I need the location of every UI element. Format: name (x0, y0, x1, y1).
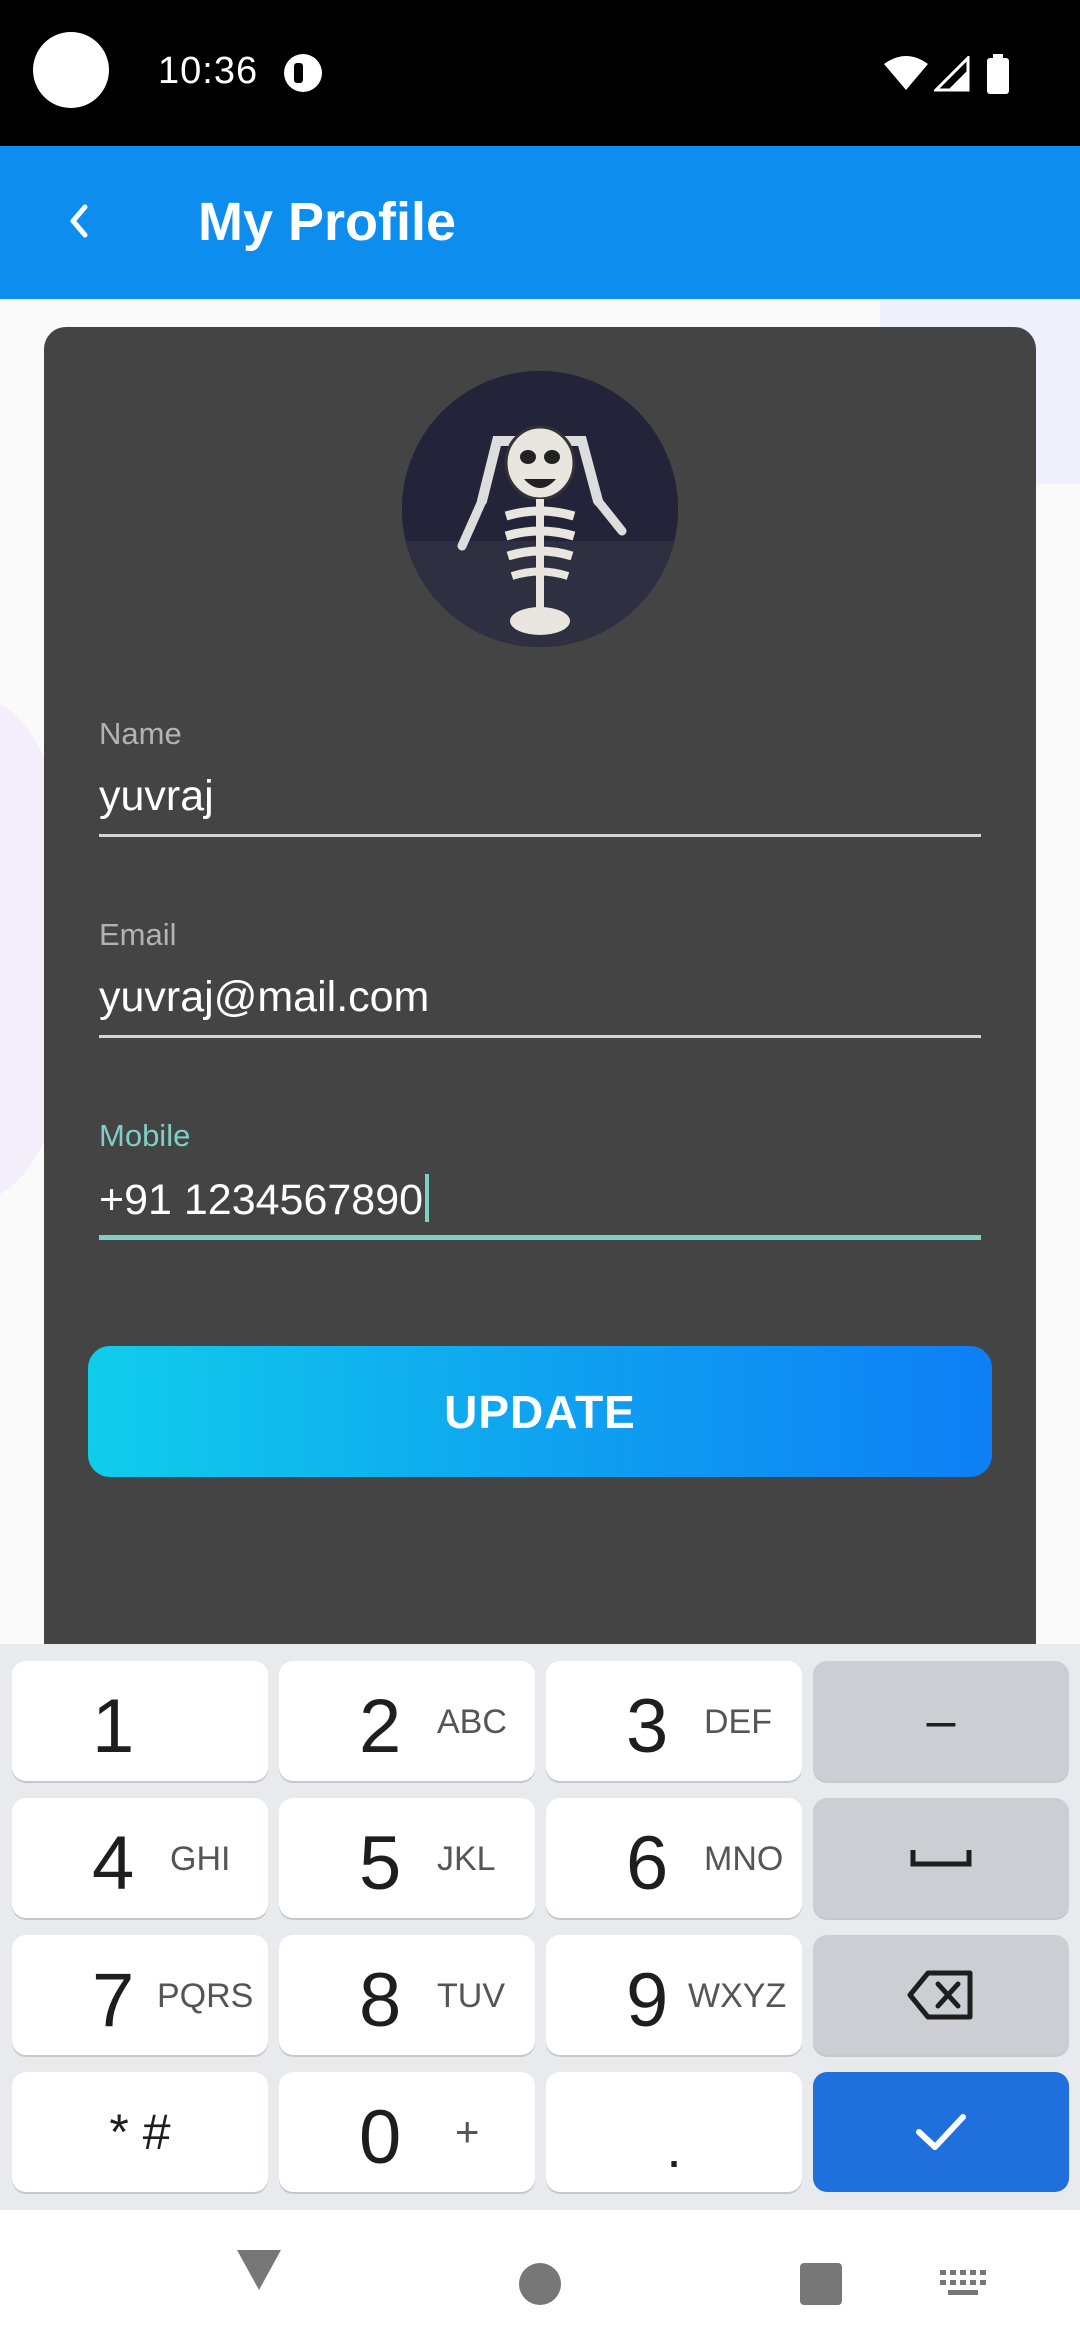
name-underline (99, 834, 981, 837)
key-digit: 0 (359, 2095, 402, 2180)
key-9[interactable]: 9 WXYZ (546, 1935, 802, 2055)
key-digit: 7 (92, 1958, 135, 2043)
email-field[interactable]: Email yuvraj@mail.com (99, 917, 981, 1038)
mobile-label: Mobile (99, 1118, 191, 1153)
mobile-input-text: +91 1234567890 (99, 1176, 424, 1224)
name-field[interactable]: Name yuvraj (99, 716, 981, 837)
name-label: Name (99, 716, 182, 751)
key-6[interactable]: 6 MNO (546, 1798, 802, 1918)
profile-card: Name yuvraj Email yuvraj@mail.com Mobile… (44, 327, 1036, 1667)
key-digit: 6 (626, 1821, 669, 1906)
nav-recents-icon[interactable] (800, 2263, 842, 2305)
key-letters: PQRS (157, 1977, 254, 2015)
key-digit: 9 (626, 1958, 669, 2043)
key-2[interactable]: 2 ABC (279, 1661, 535, 1781)
skeleton-avatar-image (402, 371, 678, 647)
chevron-left-icon (70, 204, 88, 238)
dot-label: . (666, 2115, 682, 2179)
text-cursor (425, 1174, 430, 1222)
key-3[interactable]: 3 DEF (546, 1661, 802, 1781)
key-letters: MNO (704, 1840, 784, 1878)
app-bar: My Profile (0, 146, 1080, 299)
battery-icon (987, 54, 1009, 94)
nav-home-icon[interactable] (519, 2263, 561, 2305)
notification-icon (284, 54, 322, 92)
page-title: My Profile (198, 192, 457, 252)
nav-back-icon[interactable] (235, 2248, 283, 2292)
key-digit: 5 (359, 1821, 402, 1906)
key-4[interactable]: 4 GHI (12, 1798, 268, 1918)
key-digit: 1 (92, 1684, 135, 1769)
key-letters: + (455, 2108, 480, 2155)
signal-icon (934, 56, 970, 92)
mobile-underline (99, 1235, 981, 1240)
key-letters: GHI (170, 1840, 231, 1878)
key-0[interactable]: 0 + (279, 2072, 535, 2192)
key-letters: JKL (437, 1840, 496, 1878)
key-digit: 2 (359, 1684, 402, 1769)
email-label: Email (99, 917, 177, 952)
star-hash-label: * # (109, 2104, 171, 2160)
status-bar: 10:36 (0, 0, 1080, 146)
key-backspace[interactable] (813, 1935, 1069, 2055)
email-input[interactable]: yuvraj@mail.com (99, 973, 429, 1022)
key-dot[interactable]: . (546, 2072, 802, 2192)
name-input[interactable]: yuvraj (99, 772, 214, 821)
key-7[interactable]: 7 PQRS (12, 1935, 268, 2055)
done-button[interactable] (813, 2072, 1069, 2192)
camera-cutout (33, 32, 109, 108)
key-space[interactable] (813, 1798, 1069, 1918)
key-digit: 8 (359, 1958, 402, 2043)
key-star-hash[interactable]: * # (12, 2072, 268, 2192)
backspace-icon (813, 1935, 1069, 2055)
avatar[interactable] (402, 371, 678, 647)
email-underline (99, 1035, 981, 1038)
update-button[interactable]: UPDATE (88, 1346, 992, 1477)
minus-label: – (926, 1692, 956, 1750)
key-letters: ABC (437, 1703, 507, 1741)
mobile-input[interactable]: +91 1234567890 (99, 1174, 430, 1225)
wifi-icon (884, 56, 928, 90)
space-icon (813, 1798, 1069, 1918)
system-nav-bar (0, 2210, 1080, 2340)
status-time: 10:36 (158, 50, 259, 92)
key-1[interactable]: 1 (12, 1661, 268, 1781)
key-letters: WXYZ (688, 1977, 787, 2015)
keyboard-switch-icon[interactable] (940, 2270, 986, 2300)
key-5[interactable]: 5 JKL (279, 1798, 535, 1918)
key-digit: 4 (92, 1821, 135, 1906)
key-8[interactable]: 8 TUV (279, 1935, 535, 2055)
key-minus[interactable]: – (813, 1661, 1069, 1781)
check-icon (813, 2072, 1069, 2192)
key-digit: 3 (626, 1684, 669, 1769)
mobile-field[interactable]: Mobile +91 1234567890 (99, 1118, 981, 1240)
key-letters: DEF (704, 1703, 772, 1741)
back-button[interactable] (44, 186, 114, 256)
numeric-keyboard: 1 2 ABC 3 DEF – 4 GHI 5 JKL 6 MNO 7 PQRS… (0, 1644, 1080, 2210)
key-letters: TUV (437, 1977, 505, 2015)
